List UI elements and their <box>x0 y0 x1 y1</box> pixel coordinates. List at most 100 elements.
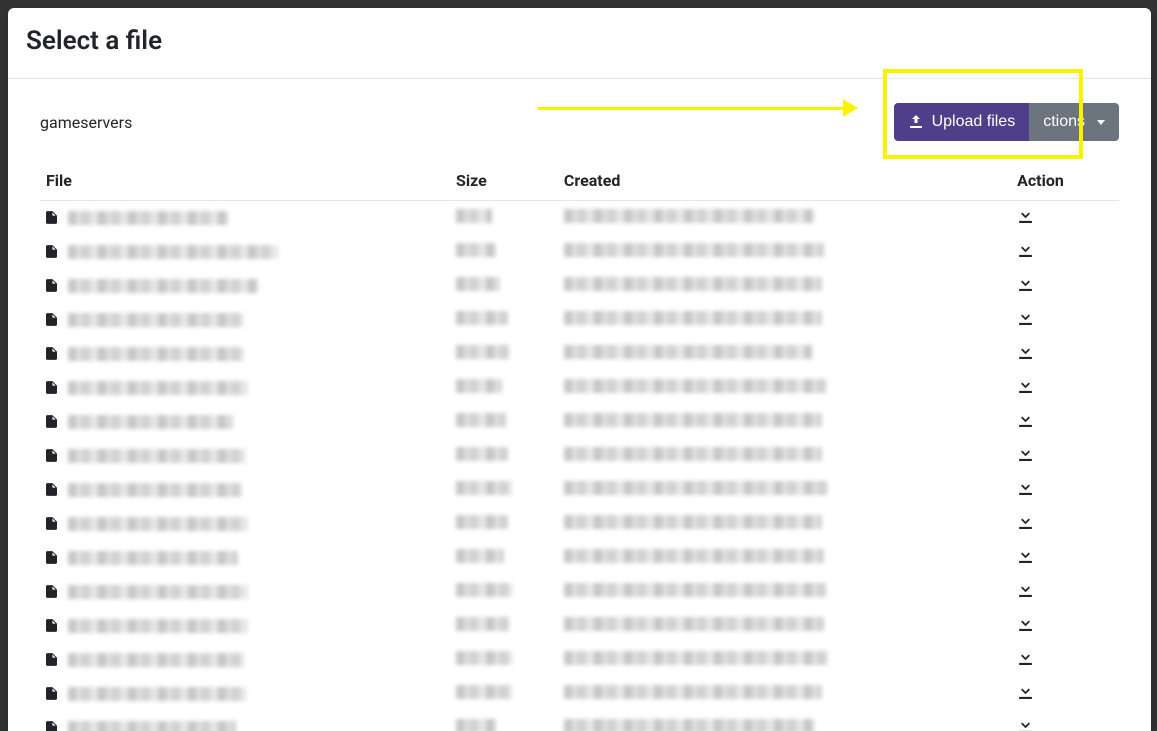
actions-label: ctions <box>1043 113 1085 131</box>
file-icon <box>46 279 58 292</box>
download-button[interactable] <box>1017 343 1034 360</box>
file-size-redacted <box>456 311 508 325</box>
table-row[interactable] <box>40 473 1119 507</box>
modal-title: Select a file <box>26 26 1131 56</box>
table-row[interactable] <box>40 439 1119 473</box>
file-icon <box>46 347 58 360</box>
file-name-redacted <box>68 347 244 361</box>
file-table-wrap: File Size Created Action <box>8 161 1151 731</box>
download-button[interactable] <box>1017 309 1034 326</box>
file-created-redacted <box>564 311 822 325</box>
file-size-redacted <box>456 685 512 699</box>
download-button[interactable] <box>1017 513 1034 530</box>
file-size-redacted <box>456 651 512 665</box>
table-row[interactable] <box>40 405 1119 439</box>
file-name-redacted <box>68 551 238 565</box>
file-created-redacted <box>564 515 822 529</box>
file-name-redacted <box>68 517 248 531</box>
table-row[interactable] <box>40 507 1119 541</box>
toolbar-buttons: Upload files ctions <box>894 103 1119 141</box>
file-created-redacted <box>564 209 814 223</box>
file-name-redacted <box>68 245 278 259</box>
col-header-created[interactable]: Created <box>558 161 1011 201</box>
file-name-redacted <box>68 721 236 731</box>
file-name-redacted <box>68 653 244 667</box>
file-select-modal: Select a file gameservers Upload files c… <box>8 8 1151 731</box>
download-button[interactable] <box>1017 547 1034 564</box>
col-header-size[interactable]: Size <box>450 161 558 201</box>
download-button[interactable] <box>1017 241 1034 258</box>
file-name-redacted <box>68 211 228 225</box>
file-size-redacted <box>456 413 506 427</box>
file-created-redacted <box>564 651 828 665</box>
download-button[interactable] <box>1017 581 1034 598</box>
col-header-file[interactable]: File <box>40 161 450 201</box>
file-icon <box>46 619 58 632</box>
download-button[interactable] <box>1017 479 1034 496</box>
file-size-redacted <box>456 243 496 257</box>
file-created-redacted <box>564 413 822 427</box>
table-row[interactable] <box>40 235 1119 269</box>
modal-header: Select a file <box>8 8 1151 79</box>
table-row[interactable] <box>40 609 1119 643</box>
file-name-redacted <box>68 687 246 701</box>
breadcrumb[interactable]: gameservers <box>40 113 132 132</box>
upload-files-button[interactable]: Upload files <box>894 103 1030 141</box>
file-created-redacted <box>564 277 822 291</box>
file-created-redacted <box>564 243 824 257</box>
table-row[interactable] <box>40 303 1119 337</box>
table-row[interactable] <box>40 643 1119 677</box>
table-row[interactable] <box>40 269 1119 303</box>
download-button[interactable] <box>1017 683 1034 700</box>
download-button[interactable] <box>1017 615 1034 632</box>
download-button[interactable] <box>1017 377 1034 394</box>
download-button[interactable] <box>1017 207 1034 224</box>
download-button[interactable] <box>1017 717 1034 731</box>
file-size-redacted <box>456 379 502 393</box>
file-created-redacted <box>564 345 812 359</box>
file-name-redacted <box>68 483 242 497</box>
file-created-redacted <box>564 583 826 597</box>
file-icon <box>46 381 58 394</box>
file-size-redacted <box>456 481 512 495</box>
actions-dropdown-button[interactable]: ctions <box>1029 103 1119 141</box>
file-icon <box>46 211 58 224</box>
file-created-redacted <box>564 685 822 699</box>
file-name-redacted <box>68 279 258 293</box>
file-size-redacted <box>456 345 510 359</box>
file-icon <box>46 585 58 598</box>
file-name-redacted <box>68 449 246 463</box>
table-row[interactable] <box>40 711 1119 731</box>
file-size-redacted <box>456 209 492 223</box>
file-created-redacted <box>564 481 828 495</box>
table-row[interactable] <box>40 337 1119 371</box>
file-icon <box>46 721 58 731</box>
upload-files-label: Upload files <box>932 113 1016 131</box>
table-row[interactable] <box>40 677 1119 711</box>
file-icon <box>46 313 58 326</box>
file-size-redacted <box>456 583 512 597</box>
file-icon <box>46 687 58 700</box>
table-header-row: File Size Created Action <box>40 161 1119 201</box>
file-size-redacted <box>456 719 496 731</box>
table-row[interactable] <box>40 201 1119 235</box>
file-created-redacted <box>564 379 826 393</box>
file-name-redacted <box>68 313 243 327</box>
file-size-redacted <box>456 447 508 461</box>
table-row[interactable] <box>40 371 1119 405</box>
file-table: File Size Created Action <box>40 161 1119 731</box>
col-header-action: Action <box>1011 161 1119 201</box>
download-button[interactable] <box>1017 445 1034 462</box>
download-button[interactable] <box>1017 411 1034 428</box>
table-row[interactable] <box>40 575 1119 609</box>
file-icon <box>46 449 58 462</box>
file-size-redacted <box>456 617 510 631</box>
file-created-redacted <box>564 617 824 631</box>
table-row[interactable] <box>40 541 1119 575</box>
file-name-redacted <box>68 381 248 395</box>
file-created-redacted <box>564 549 824 563</box>
file-name-redacted <box>68 415 233 429</box>
download-button[interactable] <box>1017 275 1034 292</box>
file-size-redacted <box>456 549 504 563</box>
download-button[interactable] <box>1017 649 1034 666</box>
